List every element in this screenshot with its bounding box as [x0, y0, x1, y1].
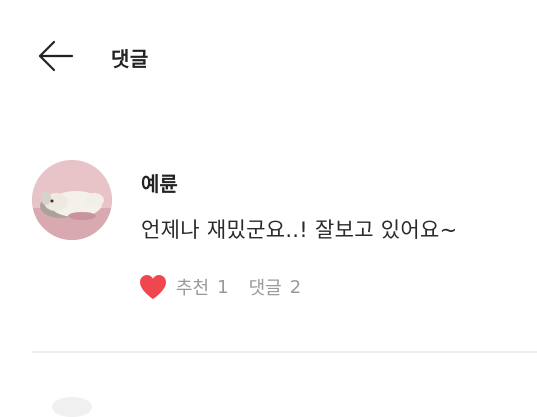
reply-label: 댓글 — [248, 278, 282, 299]
comment-text: 언제나 재밌군요..! 잘보고 있어요~ — [141, 218, 458, 242]
heart-icon — [140, 275, 166, 299]
divider — [32, 351, 537, 353]
avatar[interactable] — [32, 160, 112, 240]
comment-actions: 추천 1 댓글 2 — [138, 272, 301, 302]
page-title: 댓글 — [111, 47, 149, 71]
like-count: 1 — [217, 276, 229, 298]
header-bar: 댓글 — [0, 0, 537, 110]
reply-button[interactable]: 댓글 2 — [249, 274, 302, 300]
reply-count: 2 — [289, 276, 302, 298]
back-button[interactable] — [36, 38, 76, 74]
avatar-photo — [32, 160, 112, 240]
arrow-left-icon — [38, 40, 74, 72]
like-label: 추천 — [176, 278, 210, 299]
comment-author[interactable]: 예륜 — [141, 168, 178, 197]
like-button[interactable]: 추천 1 — [138, 273, 229, 301]
next-comment-avatar-peek — [52, 397, 92, 417]
